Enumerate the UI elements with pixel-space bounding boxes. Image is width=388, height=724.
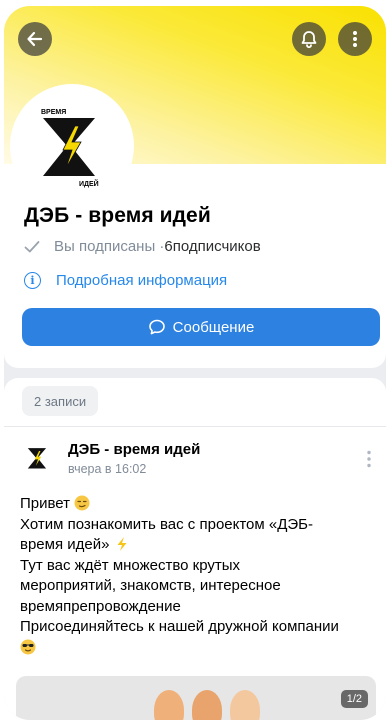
post-line-6: времяпрепровождение <box>20 597 181 615</box>
more-menu-button[interactable] <box>338 22 372 56</box>
post-line-4: Тут вас ждёт множество крутых <box>20 556 241 574</box>
community-header: ВРЕМЯ ИДЕЙ ДЭБ - время идей Вы подписаны… <box>4 6 386 368</box>
illustration-face-1 <box>154 690 184 720</box>
notifications-button[interactable] <box>292 22 326 56</box>
subscribers-count: 6 <box>164 238 173 255</box>
logo-text-bottom: ИДЕЙ <box>79 179 99 188</box>
arrow-left-icon <box>27 31 43 47</box>
divider <box>4 426 386 427</box>
wall-section: 2 записи ДЭБ - время идей вчера в 16:02 … <box>4 378 386 720</box>
back-button[interactable] <box>18 22 52 56</box>
post-line-1: Привет <box>20 494 376 515</box>
lightning-emoji-icon <box>117 537 127 551</box>
post-more-button[interactable] <box>366 450 372 473</box>
post-line-2: Хотим познакомить вас с проектом «ДЭБ- <box>20 515 313 533</box>
details-label: Подробная информация <box>56 272 228 289</box>
image-counter: 1/2 <box>340 690 368 708</box>
post-line-8 <box>20 638 376 659</box>
smirk-emoji-icon <box>74 495 90 511</box>
post-line-1-text: Привет <box>20 495 71 512</box>
check-icon <box>24 240 40 252</box>
sunglasses-emoji-icon <box>20 639 36 654</box>
app-screen: ВРЕМЯ ИДЕЙ ДЭБ - время идей Вы подписаны… <box>4 6 386 720</box>
info-icon: i <box>24 272 41 289</box>
posts-count-tab[interactable]: 2 записи <box>22 386 99 416</box>
message-button[interactable]: Сообщение <box>22 308 380 346</box>
more-vertical-icon <box>367 450 371 468</box>
more-vertical-icon <box>353 31 357 47</box>
post-body: Привет Хотим познакомить вас с проектом … <box>20 494 376 658</box>
post-timestamp[interactable]: вчера в 16:02 <box>68 462 146 476</box>
post-line-5: мероприятий, знакомств, интересное <box>20 577 281 594</box>
details-link[interactable]: i Подробная информация <box>24 272 227 289</box>
message-button-label: Сообщение <box>172 318 255 336</box>
illustration-face-2 <box>192 690 222 720</box>
hourglass-logo-small <box>27 448 47 469</box>
post-image-carousel[interactable]: 1/2 <box>16 676 376 720</box>
post-line-7: Присоединяйтесь к нашей дружной компании <box>20 618 339 635</box>
bell-icon <box>301 31 317 49</box>
subscription-status[interactable]: Вы подписаны · 6 подписчиков <box>24 238 261 255</box>
chat-bubble-icon <box>148 319 165 335</box>
logo-text-top: ВРЕМЯ <box>41 109 66 116</box>
subscribed-label: Вы подписаны · <box>54 238 165 255</box>
community-avatar[interactable]: ВРЕМЯ ИДЕЙ <box>10 84 134 208</box>
post-line-3: время идей» <box>20 535 376 556</box>
post-author-name[interactable]: ДЭБ - время идей <box>68 441 200 458</box>
community-title: ДЭБ - время идей <box>24 204 211 227</box>
post-line-3-text: время идей» <box>20 536 110 553</box>
hourglass-logo: ВРЕМЯ ИДЕЙ <box>41 109 99 188</box>
illustration-face-3 <box>230 690 260 720</box>
subscribers-label: подписчиков <box>172 238 261 255</box>
post-author-avatar[interactable] <box>20 440 56 476</box>
